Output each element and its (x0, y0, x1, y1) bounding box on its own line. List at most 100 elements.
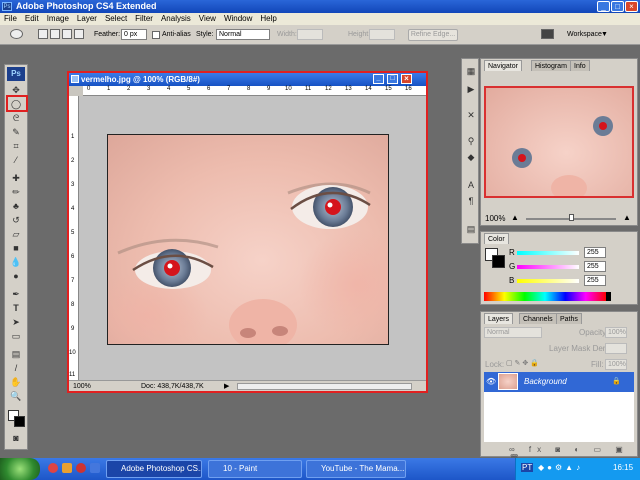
new-selection-icon[interactable] (38, 29, 48, 39)
menu-window[interactable]: Window (220, 13, 256, 25)
zoom-in-icon[interactable]: ▲ (623, 213, 631, 222)
dodge-tool-icon[interactable]: ● (9, 270, 23, 282)
actions-panel-icon[interactable]: ▶ (464, 83, 478, 95)
shape-tool-icon[interactable]: ▭ (9, 330, 23, 342)
workspace-menu[interactable]: Workspace (567, 30, 602, 40)
menu-select[interactable]: Select (101, 13, 131, 25)
horizontal-scrollbar[interactable] (237, 383, 412, 390)
opacity-input[interactable]: 100% (605, 327, 627, 338)
bg-color-swatch[interactable] (492, 255, 505, 268)
zoom-tool-icon[interactable]: 🔍 (9, 390, 23, 402)
quicklaunch-app-icon[interactable] (76, 463, 86, 473)
r-input[interactable]: 255 (584, 247, 606, 258)
taskbar-youtube[interactable]: YouTube - The Mama... (306, 460, 406, 478)
canvas-area[interactable] (79, 96, 426, 380)
eyedropper-3d-icon[interactable]: / (9, 362, 23, 374)
character-panel-icon[interactable]: A (464, 179, 478, 191)
tray-icons[interactable]: ◆●⚙▲♪ (538, 463, 583, 472)
navigator-thumbnail[interactable] (484, 86, 634, 198)
refine-edge-button[interactable]: Refine Edge... (408, 29, 458, 41)
crop-tool-icon[interactable]: ⌗ (9, 140, 23, 152)
eraser-tool-icon[interactable]: ▱ (9, 228, 23, 240)
style-select[interactable]: Normal (216, 29, 270, 40)
blend-mode-select[interactable]: Normal (484, 327, 542, 338)
eyedropper-tool-icon[interactable]: ⁄ (9, 154, 23, 166)
baby-photo[interactable] (107, 134, 389, 345)
elliptical-marquee-preset-icon[interactable] (10, 29, 23, 39)
minimize-icon[interactable]: _ (597, 1, 610, 12)
layer-comps-icon[interactable]: ▤ (464, 223, 478, 235)
quick-selection-tool-icon[interactable]: ✎ (9, 126, 23, 138)
tab-layers[interactable]: Layers (484, 313, 514, 324)
quicklaunch-folder-icon[interactable] (62, 463, 72, 473)
g-slider[interactable] (517, 265, 579, 269)
feather-input[interactable]: 0 px (121, 29, 147, 40)
spectrum-black[interactable] (606, 292, 611, 301)
doc-maximize-icon[interactable]: □ (387, 74, 398, 84)
menu-edit[interactable]: Edit (21, 13, 43, 25)
start-button[interactable] (0, 458, 40, 480)
language-indicator[interactable]: PT (521, 463, 534, 472)
doc-minimize-icon[interactable]: _ (373, 74, 384, 84)
menu-view[interactable]: View (195, 13, 220, 25)
blur-tool-icon[interactable]: 💧 (9, 256, 23, 268)
menu-image[interactable]: Image (43, 13, 73, 25)
layer-row-background[interactable]: 👁 Background 🔒 (484, 372, 634, 392)
type-tool-icon[interactable]: T (9, 302, 23, 314)
maximize-icon[interactable]: □ (611, 1, 624, 12)
menu-layer[interactable]: Layer (73, 13, 101, 25)
zoom-out-icon[interactable]: ▲ (511, 213, 519, 222)
lock-icons[interactable]: ▢ ✎ ✥ 🔒 (506, 359, 539, 367)
spot-healing-tool-icon[interactable]: ✚ (9, 172, 23, 184)
workspace-switcher-icon[interactable] (541, 29, 554, 39)
width-input[interactable] (297, 29, 323, 40)
tab-channels[interactable]: Channels (519, 313, 557, 324)
taskbar-photoshop[interactable]: Adobe Photoshop CS... (106, 460, 202, 478)
intersect-selection-icon[interactable] (74, 29, 84, 39)
notes-tool-icon[interactable]: ▤ (9, 348, 23, 360)
close-icon[interactable]: × (625, 1, 638, 12)
background-color-swatch[interactable] (14, 416, 25, 427)
g-input[interactable]: 255 (584, 261, 606, 272)
b-slider[interactable] (517, 279, 579, 283)
quick-mask-icon[interactable]: ◙ (9, 432, 23, 444)
layer-name[interactable]: Background (524, 377, 567, 386)
tab-navigator[interactable]: Navigator (484, 60, 522, 71)
menu-filter[interactable]: Filter (131, 13, 157, 25)
gradient-tool-icon[interactable]: ■ (9, 242, 23, 254)
taskbar-paint[interactable]: 10 - Paint (208, 460, 302, 478)
tab-paths[interactable]: Paths (556, 313, 582, 324)
paragraph-panel-icon[interactable]: ¶ (464, 195, 478, 207)
tab-info[interactable]: Info (570, 60, 590, 71)
navigator-zoom[interactable]: 100% (485, 214, 505, 223)
antialias-checkbox[interactable] (152, 31, 160, 39)
quicklaunch-browser-icon[interactable] (48, 463, 58, 473)
menu-analysis[interactable]: Analysis (157, 13, 195, 25)
height-input[interactable] (369, 29, 395, 40)
zoom-slider-thumb[interactable] (569, 214, 574, 221)
mask-density-input[interactable] (605, 343, 627, 354)
path-selection-tool-icon[interactable]: ➤ (9, 316, 23, 328)
color-spectrum[interactable] (484, 292, 606, 301)
history-panel-icon[interactable]: ▦ (464, 65, 478, 77)
hand-tool-icon[interactable]: ✋ (9, 376, 23, 388)
menu-file[interactable]: File (0, 13, 21, 25)
quicklaunch-desktop-icon[interactable] (90, 463, 100, 473)
b-input[interactable]: 255 (584, 275, 606, 286)
menu-help[interactable]: Help (256, 13, 280, 25)
r-slider[interactable] (517, 251, 579, 255)
brush-tool-icon[interactable]: ✏ (9, 186, 23, 198)
lasso-tool-icon[interactable]: ᘓ (9, 112, 23, 124)
eye-icon[interactable]: 👁 (486, 377, 496, 386)
add-selection-icon[interactable] (50, 29, 60, 39)
status-menu-arrow-icon[interactable]: ▶ (224, 381, 229, 392)
subtract-selection-icon[interactable] (62, 29, 72, 39)
pen-tool-icon[interactable]: ✒ (9, 288, 23, 300)
clone-source-icon[interactable]: ◆ (464, 151, 478, 163)
clone-stamp-tool-icon[interactable]: ♣ (9, 200, 23, 212)
tool-presets-icon[interactable]: ✕ (464, 109, 478, 121)
doc-close-icon[interactable]: × (401, 74, 412, 84)
zoom-level[interactable]: 100% (73, 381, 91, 392)
fill-input[interactable]: 100% (605, 359, 627, 370)
history-brush-tool-icon[interactable]: ↺ (9, 214, 23, 226)
